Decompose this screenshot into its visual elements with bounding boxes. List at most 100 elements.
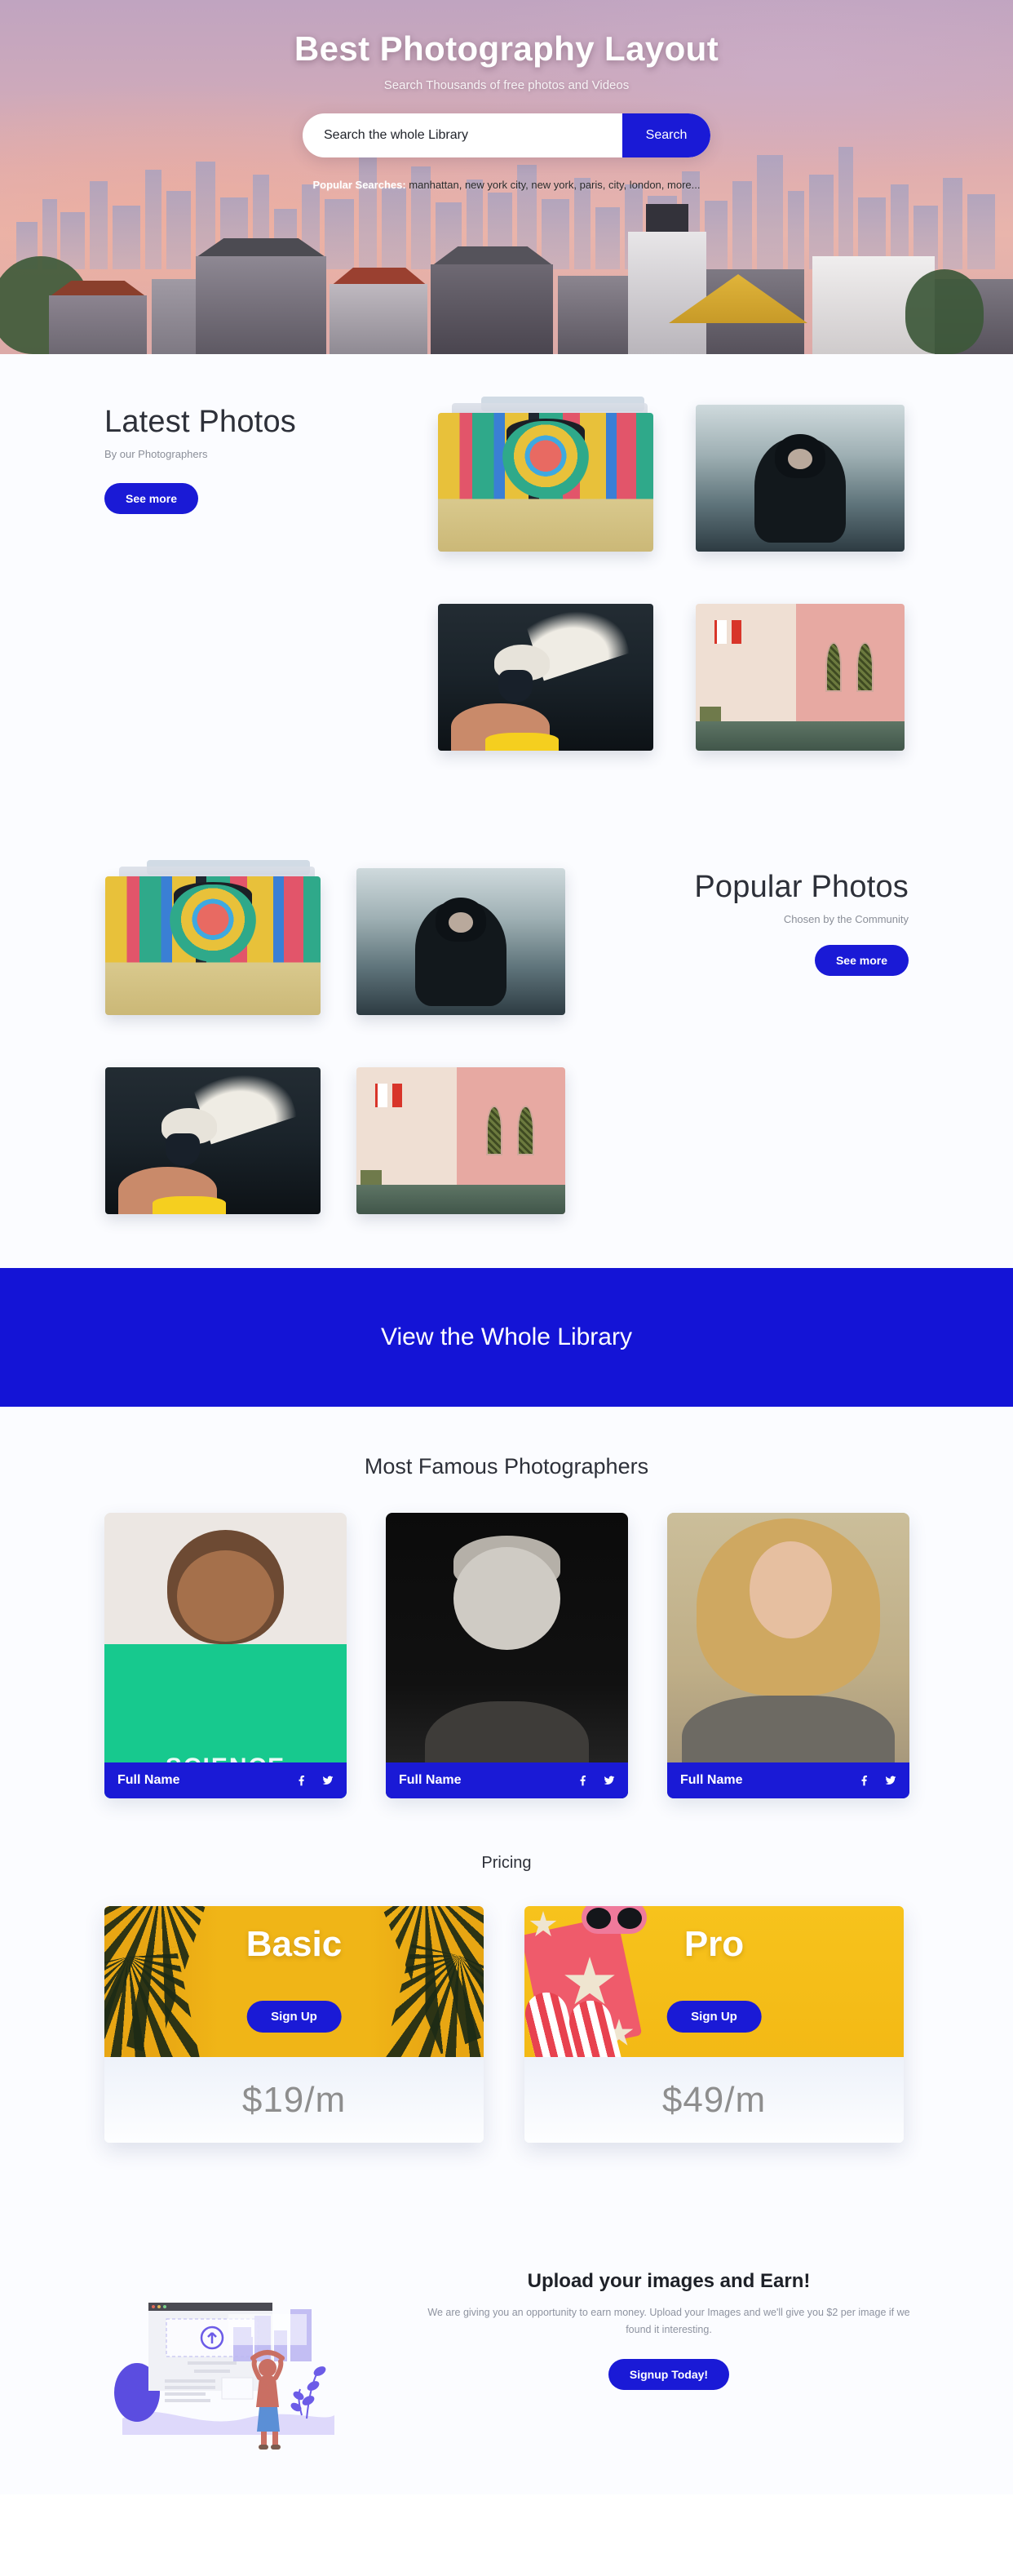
wall-sign: [375, 1083, 388, 1107]
upload-earn-section: Upload your images and Earn! We are givi…: [0, 2239, 1013, 2494]
mural-hair: [174, 881, 252, 907]
popular-photo-tile[interactable]: [356, 868, 565, 1015]
latest-photo-tile[interactable]: [696, 604, 905, 751]
hero-section: Best Photography Layout Search Thousands…: [0, 0, 1013, 354]
pricing-card-amount-panel: $49/m: [524, 2057, 904, 2143]
bird-beak: [165, 1133, 201, 1166]
foreground-rooftops: [0, 204, 1013, 354]
bird-hand: [117, 1167, 218, 1214]
pricing-signup-button[interactable]: Sign Up: [246, 2001, 342, 2033]
photographer-name-bar: Full Name: [386, 1762, 628, 1798]
photographer-card[interactable]: SCIENCE Full Name: [104, 1513, 347, 1798]
mural-face: [170, 885, 256, 963]
photographer-name-bar: Full Name: [104, 1762, 347, 1798]
hoodie-face: [448, 912, 474, 933]
latest-photos-section: Latest Photos By our Photographers See m…: [0, 354, 1013, 836]
page-title: Best Photography Layout: [294, 29, 719, 68]
hoodie-figure: [754, 437, 847, 543]
bird-steam: [192, 1067, 298, 1145]
bird-steam: [525, 604, 630, 681]
popular-searches-label: Popular Searches:: [312, 179, 406, 191]
pricing-amount: $19/m: [241, 2079, 347, 2120]
bird-shirt: [153, 1196, 226, 1214]
popular-photo-tile[interactable]: [105, 876, 321, 1015]
search-button[interactable]: Search: [622, 113, 710, 157]
popular-photo-tile[interactable]: [356, 1067, 565, 1214]
wall-ground: [696, 721, 905, 751]
popular-photos-subtitle: Chosen by the Community: [783, 913, 909, 925]
wall-ground: [356, 1185, 565, 1214]
upload-heading: Upload your images and Earn!: [527, 2270, 811, 2292]
wall-sign-red: [391, 1083, 403, 1107]
view-library-banner[interactable]: View the Whole Library: [0, 1268, 1013, 1407]
pricing-title: Pricing: [481, 1854, 532, 1872]
wall-sign-red: [731, 619, 742, 644]
view-library-banner-text: View the Whole Library: [381, 1323, 632, 1350]
portrait-face: [749, 1541, 832, 1638]
portrait-face: [453, 1547, 560, 1650]
hoodie-figure: [414, 900, 507, 1007]
wall-window: [517, 1105, 534, 1155]
hoodie-hood: [775, 434, 825, 478]
pricing-card-image: Basic Sign Up: [104, 1906, 484, 2057]
search-bar: Search: [303, 113, 710, 157]
bird-head: [493, 645, 551, 681]
latest-photo-tile[interactable]: [696, 405, 905, 552]
popular-searches: Popular Searches: manhattan, new york ci…: [0, 179, 1013, 191]
wall-box: [361, 1170, 382, 1185]
signup-today-button[interactable]: Signup Today!: [608, 2358, 730, 2390]
popular-photos-title: Popular Photos: [694, 870, 909, 904]
facebook-icon[interactable]: [296, 1775, 307, 1786]
popular-photos-section: Popular Photos Chosen by the Community S…: [0, 836, 1013, 1268]
facebook-icon[interactable]: [859, 1775, 870, 1786]
photographer-portrait: [386, 1513, 628, 1798]
popular-see-more-button[interactable]: See more: [814, 945, 909, 976]
photographer-name: Full Name: [680, 1773, 743, 1787]
hoodie-face: [787, 449, 813, 470]
latest-photos-title: Latest Photos: [104, 405, 296, 439]
facebook-icon[interactable]: [577, 1775, 589, 1786]
wall-window: [825, 641, 843, 692]
photographer-card[interactable]: Full Name: [386, 1513, 628, 1798]
photographer-portrait: [667, 1513, 909, 1798]
photographer-portrait: SCIENCE: [104, 1513, 347, 1798]
photographer-card[interactable]: Full Name: [667, 1513, 909, 1798]
twitter-icon[interactable]: [604, 1775, 615, 1786]
wall-window: [856, 641, 874, 692]
twitter-icon[interactable]: [322, 1775, 334, 1786]
wall-window: [485, 1105, 503, 1155]
mural-hair: [506, 418, 585, 444]
photographers-section: Most Famous Photographers SCIENCE Full N…: [0, 1407, 1013, 1839]
bird-beak: [498, 670, 533, 703]
pricing-card[interactable]: Pro Sign Up $49/m: [524, 1906, 904, 2143]
latest-see-more-button[interactable]: See more: [104, 483, 199, 514]
portrait-face: [177, 1550, 274, 1642]
wall-sign: [714, 619, 728, 644]
photographers-title: Most Famous Photographers: [364, 1454, 649, 1479]
mural-face: [502, 421, 589, 499]
photographer-name: Full Name: [399, 1773, 462, 1787]
hoodie-hood: [436, 898, 486, 942]
twitter-icon[interactable]: [885, 1775, 896, 1786]
pricing-plan-name: Pro: [683, 1924, 745, 1964]
upload-illustration: [98, 2255, 359, 2459]
pricing-signup-button[interactable]: Sign Up: [666, 2001, 762, 2033]
bird-shirt: [485, 733, 559, 751]
pricing-card-image: Pro Sign Up: [524, 1906, 904, 2057]
popular-searches-terms[interactable]: manhattan, new york city, new york, pari…: [409, 179, 700, 191]
latest-photos-subtitle: By our Photographers: [104, 448, 208, 460]
bird-head: [161, 1108, 218, 1144]
pricing-card[interactable]: Basic Sign Up $19/m: [104, 1906, 484, 2143]
latest-photo-tile[interactable]: [438, 604, 653, 751]
latest-photo-tile[interactable]: [438, 413, 653, 552]
pricing-section: Pricing Basic Sign Up $19/m Pro Sign Up …: [0, 1839, 1013, 2239]
wall-box: [700, 707, 721, 721]
photographer-name: Full Name: [117, 1773, 180, 1787]
popular-photo-tile[interactable]: [105, 1067, 321, 1214]
bird-hand: [450, 703, 551, 751]
hero-subtitle: Search Thousands of free photos and Vide…: [383, 78, 630, 92]
photographer-name-bar: Full Name: [667, 1762, 909, 1798]
pricing-plan-name: Basic: [246, 1924, 343, 1964]
upload-paragraph: We are giving you an opportunity to earn…: [427, 2307, 910, 2336]
search-input[interactable]: [303, 113, 622, 157]
